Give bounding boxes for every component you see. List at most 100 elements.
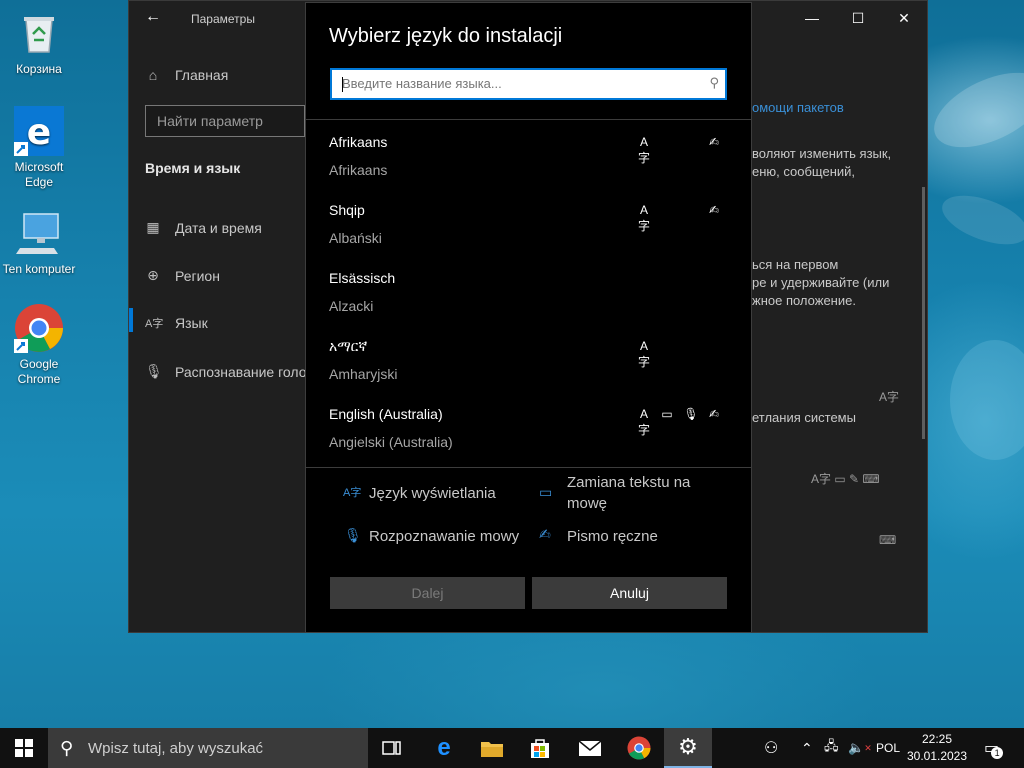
taskbar-file-explorer[interactable]: [468, 728, 516, 768]
language-localized-name: Alzacki: [329, 298, 374, 314]
legend-text-to-speech: Zamiana tekstu na mowę: [567, 474, 691, 512]
display-language-icon: A字: [637, 135, 650, 165]
language-icon: A字: [145, 318, 164, 330]
calendar-clock-icon: ▦: [146, 219, 160, 235]
language-native-name: Elsässisch: [329, 270, 396, 286]
language-item[interactable]: Shqip Albański A字 ✍: [306, 202, 751, 270]
taskbar-search-placeholder: Wpisz tutaj, aby wyszukać: [88, 739, 264, 757]
cancel-button[interactable]: Anuluj: [532, 577, 727, 609]
search-icon: ⚲: [709, 75, 719, 90]
language-localized-name: Angielski (Australia): [329, 434, 453, 450]
svg-text:e: e: [27, 112, 51, 153]
divider: [306, 467, 751, 468]
desktop-icon-label: Microsoft Edge: [14, 160, 64, 189]
next-button[interactable]: Dalej: [330, 577, 525, 609]
description-text: ре и удерживайте (или: [752, 275, 890, 290]
store-icon: [531, 739, 549, 758]
edge-icon: e: [437, 734, 451, 761]
search-icon: ⚲: [60, 737, 74, 758]
display-language-icon: A字: [343, 487, 362, 499]
language-native-name: Afrikaans: [329, 134, 388, 150]
description-text: ься на первом: [752, 257, 839, 272]
action-center-icon[interactable]: ▭1: [984, 728, 1004, 768]
microphone-icon: 🎙: [145, 363, 163, 379]
taskbar-edge[interactable]: e: [420, 728, 468, 768]
desktop-icon-chrome[interactable]: Google Chrome: [1, 303, 77, 387]
desktop-icon-label: Google Chrome: [17, 357, 61, 386]
desktop-icon-this-pc[interactable]: Ten komputer: [1, 208, 77, 277]
keyboard-icon: ⌨: [879, 533, 897, 547]
description-text: етлания системы: [752, 410, 856, 425]
taskbar-search-box[interactable]: ⚲ Wpisz tutaj, aby wyszukać: [48, 728, 368, 768]
desktop-icon-edge[interactable]: e Microsoft Edge: [1, 106, 77, 190]
folder-icon: [481, 742, 503, 757]
handwriting-icon: ✍: [708, 407, 720, 421]
minimize-button[interactable]: —: [789, 1, 835, 35]
language-item[interactable]: አማርኛ Amharyjski A字: [306, 338, 751, 406]
chevron-up-icon[interactable]: ⌃: [801, 728, 813, 768]
close-button[interactable]: ✕: [881, 1, 927, 35]
language-features-icons: A字 ▭ ✎ ⌨: [811, 472, 880, 486]
sidebar-item-label: Главная: [175, 67, 229, 83]
sidebar-item-speech[interactable]: 🎙 Распознавание голоса: [145, 363, 321, 380]
input-language[interactable]: POL: [876, 728, 900, 768]
taskbar-mail[interactable]: [566, 728, 614, 768]
network-icon[interactable]: 🖧: [824, 728, 839, 768]
taskbar-settings[interactable]: ⚙: [664, 728, 712, 768]
sidebar-item-home[interactable]: ⌂ Главная: [145, 67, 229, 83]
language-item[interactable]: Elsässisch Alzacki: [306, 270, 751, 338]
selected-indicator: [129, 308, 133, 332]
sidebar-item-label: Регион: [175, 267, 220, 284]
language-native-name: አማርኛ: [329, 338, 368, 354]
link-packages[interactable]: омощи пакетов: [752, 100, 844, 115]
sidebar-item-label: Распознавание голоса: [175, 363, 322, 380]
divider: [306, 119, 751, 120]
maximize-button[interactable]: ☐: [835, 1, 881, 35]
edge-icon: e: [14, 106, 64, 156]
taskbar-chrome[interactable]: [615, 728, 663, 768]
people-icon[interactable]: ⚇: [764, 728, 778, 768]
microphone-icon: 🎙: [344, 527, 362, 543]
language-localized-name: Afrikaans: [329, 162, 388, 178]
sidebar-item-date-time[interactable]: ▦ Дата и время: [145, 219, 262, 236]
language-search-input[interactable]: Введите название языка... ⚲: [330, 68, 727, 100]
sidebar-item-region[interactable]: ⊕ Регион: [145, 267, 220, 284]
language-native-name: Shqip: [329, 202, 365, 218]
volume-muted-icon[interactable]: 🔈 ✕: [848, 728, 872, 768]
desktop-icon-label: Корзина: [16, 62, 62, 76]
language-native-name: English (Australia): [329, 406, 443, 422]
description-text: жное положение.: [752, 293, 856, 308]
clock-date: 30.01.2023: [906, 749, 968, 763]
start-button[interactable]: [0, 728, 48, 768]
chrome-icon: [14, 303, 64, 353]
clock-time: 22:25: [921, 732, 953, 746]
desktop-icon-recycle-bin[interactable]: Корзина: [1, 8, 77, 77]
microphone-icon: 🎙: [683, 407, 699, 421]
display-language-icon: A字: [637, 407, 650, 437]
settings-search-input[interactable]: Найти параметр: [145, 105, 305, 137]
task-view-button[interactable]: [368, 728, 416, 768]
clock[interactable]: 22:25 30.01.2023: [904, 731, 970, 765]
task-view-icon: [382, 741, 401, 755]
sidebar-item-label: Дата и время: [175, 219, 262, 236]
scrollbar[interactable]: [922, 187, 925, 439]
window-title: Параметры: [191, 12, 255, 26]
language-localized-name: Albański: [329, 230, 382, 246]
language-item[interactable]: Afrikaans Afrikaans A字 ✍: [306, 134, 751, 202]
chrome-icon: [627, 736, 651, 760]
language-item[interactable]: English (Australia) Angielski (Australia…: [306, 406, 751, 474]
description-text: воляют изменить язык,: [752, 146, 892, 161]
handwriting-icon: ✍: [708, 203, 720, 217]
handwriting-icon: ✍: [539, 526, 551, 542]
text-caret: [342, 77, 343, 92]
notification-count: 1: [991, 747, 1004, 759]
gear-icon: ⚙: [678, 734, 698, 759]
taskbar-store[interactable]: [516, 728, 564, 768]
sidebar-item-language[interactable]: A字 Язык: [145, 315, 208, 331]
desktop-icon-label: Ten komputer: [2, 262, 76, 276]
globe-icon: ⊕: [147, 267, 159, 283]
language-localized-name: Amharyjski: [329, 366, 398, 382]
back-arrow-icon[interactable]: ←: [145, 8, 161, 26]
display-language-icon: A字: [637, 203, 650, 233]
computer-icon: [14, 208, 64, 258]
